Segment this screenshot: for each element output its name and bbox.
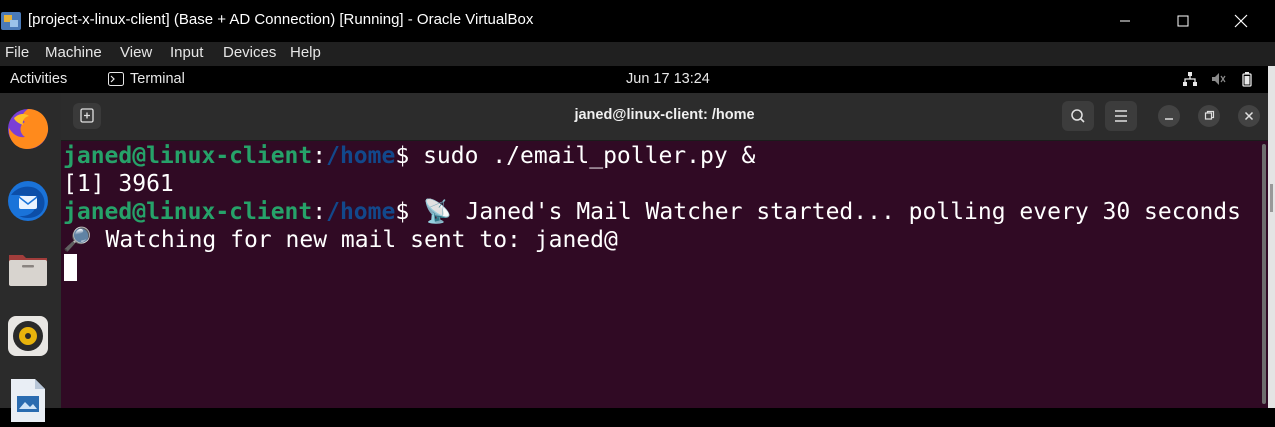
scrollbar-thumb[interactable] (1270, 184, 1273, 212)
restore-icon (1204, 110, 1215, 120)
terminal-line: janed@linux-client:/home$ 📡 Janed's Mail… (63, 198, 1241, 226)
terminal-line: 🔎 Watching for new mail sent to: janed@ (63, 227, 618, 253)
output-text: 📡 Janed's Mail Watcher started... pollin… (423, 199, 1241, 225)
menu-machine[interactable]: Machine (45, 44, 102, 61)
libreoffice-impress-icon[interactable] (5, 376, 51, 422)
menu-file[interactable]: File (5, 44, 29, 61)
rhythmbox-icon[interactable] (5, 313, 51, 359)
menu-view[interactable]: View (120, 44, 152, 61)
vm-window-right-edge (1268, 66, 1275, 408)
clock[interactable]: Jun 17 13:24 (626, 71, 710, 87)
volume-muted-icon[interactable] (1210, 71, 1226, 87)
menu-devices[interactable]: Devices (223, 44, 276, 61)
virtualbox-icon (0, 10, 22, 32)
window-title: [project-x-linux-client] (Base + AD Conn… (28, 11, 534, 28)
terminal-scrollbar[interactable] (1262, 144, 1266, 404)
prompt-symbol: $ (395, 143, 424, 169)
gnome-top-bar: Activities Terminal Jun 17 13:24 (0, 66, 1268, 93)
maximize-icon[interactable] (1154, 0, 1212, 42)
prompt-user: janed@linux-client (63, 143, 313, 169)
close-icon[interactable] (1212, 0, 1270, 42)
terminal-close-button[interactable] (1238, 105, 1260, 127)
terminal-minimize-button[interactable] (1158, 105, 1180, 127)
hamburger-menu-button[interactable] (1105, 101, 1137, 131)
firefox-icon[interactable] (5, 105, 51, 151)
terminal-restore-button[interactable] (1198, 105, 1220, 127)
prompt-path: /home (326, 143, 396, 169)
virtualbox-title-bar: [project-x-linux-client] (Base + AD Conn… (0, 0, 1275, 42)
prompt-path: /home (326, 199, 396, 225)
command-text: sudo ./email_poller.py & (423, 143, 756, 169)
terminal-line: janed@linux-client:/home$ sudo ./email_p… (63, 142, 755, 170)
close-icon (1244, 111, 1254, 121)
hamburger-icon (1115, 110, 1127, 122)
menu-help[interactable]: Help (290, 44, 321, 61)
prompt-user: janed@linux-client (63, 199, 313, 225)
terminal-output[interactable]: janed@linux-client:/home$ sudo ./email_p… (61, 141, 1268, 408)
prompt-separator: : (312, 199, 327, 225)
terminal-line: [1] 3961 (63, 171, 174, 197)
search-button[interactable] (1062, 101, 1094, 131)
network-icon[interactable] (1182, 71, 1198, 87)
terminal-icon (108, 72, 124, 86)
ubuntu-dock (0, 93, 61, 422)
search-icon (1071, 109, 1085, 123)
thunderbird-icon[interactable] (5, 177, 51, 223)
files-icon[interactable] (5, 245, 51, 291)
terminal-header-bar: janed@linux-client: /home (61, 93, 1268, 141)
minimize-icon (1165, 118, 1173, 120)
app-menu-label: Terminal (130, 71, 185, 87)
prompt-separator: : (312, 143, 327, 169)
app-menu-terminal[interactable]: Terminal (108, 71, 185, 87)
battery-icon[interactable] (1239, 71, 1255, 87)
menu-input[interactable]: Input (170, 44, 203, 61)
prompt-symbol: $ (395, 199, 424, 225)
terminal-cursor (64, 254, 77, 281)
virtualbox-menu-bar: File Machine View Input Devices Help (0, 42, 1275, 66)
minimize-icon[interactable] (1096, 0, 1154, 42)
activities-button[interactable]: Activities (10, 71, 67, 87)
